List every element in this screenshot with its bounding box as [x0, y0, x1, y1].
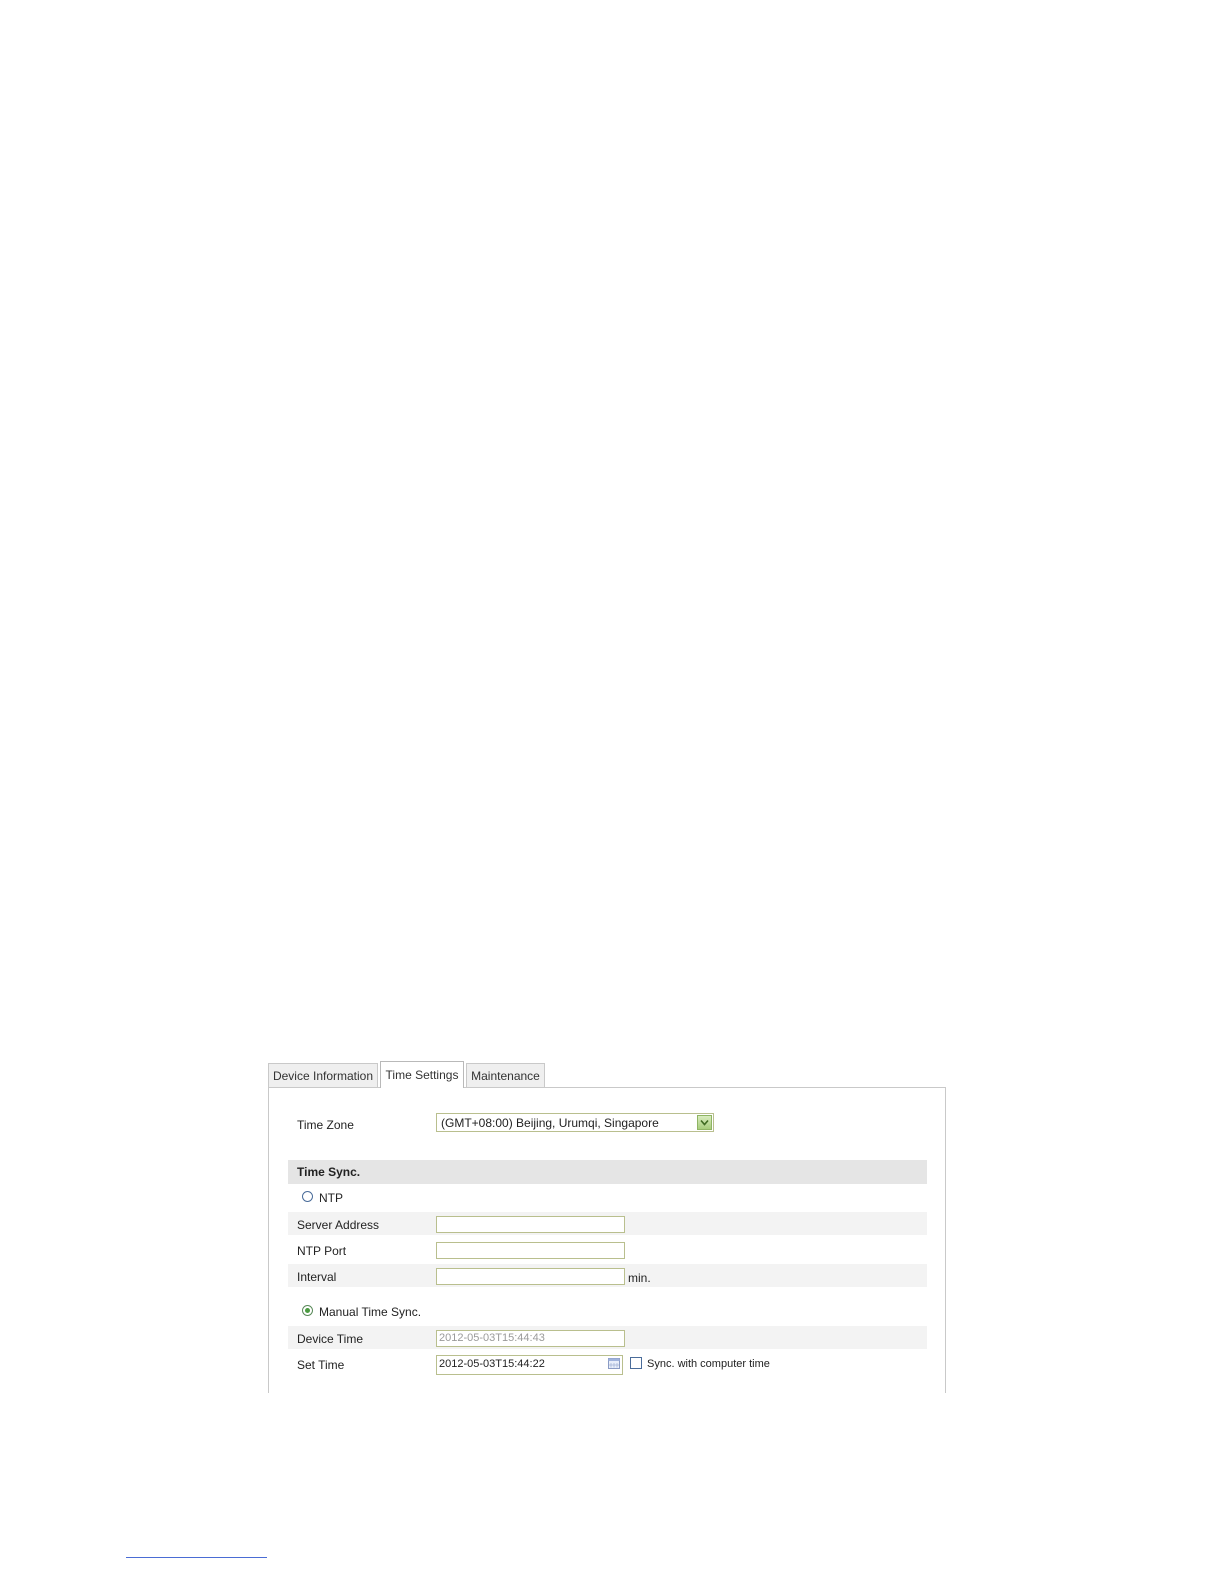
manual-time-sync-label: Manual Time Sync. — [319, 1305, 422, 1319]
set-time-value: 2012-05-03T15:44:22 — [439, 1358, 545, 1370]
device-time-label: Device Time — [297, 1332, 364, 1346]
chevron-down-icon — [697, 1115, 712, 1130]
ntp-port-label: NTP Port — [297, 1244, 347, 1258]
set-time-input[interactable]: 2012-05-03T15:44:22 — [436, 1355, 623, 1375]
server-address-label: Server Address — [297, 1218, 380, 1232]
sync-computer-time-checkbox[interactable] — [630, 1357, 642, 1369]
tab-device-information[interactable]: Device Information — [268, 1063, 378, 1087]
footnote-separator — [126, 1557, 267, 1558]
tab-content: Time Zone (GMT+08:00) Beijing, Urumqi, S… — [268, 1087, 946, 1393]
tab-time-settings[interactable]: Time Settings — [380, 1061, 464, 1088]
calendar-icon[interactable] — [608, 1358, 620, 1369]
time-sync-title: Time Sync. — [297, 1165, 361, 1179]
device-time-field: 2012-05-03T15:44:43 — [436, 1330, 625, 1347]
sync-computer-time-label: Sync. with computer time — [647, 1358, 770, 1370]
interval-input[interactable] — [436, 1268, 625, 1285]
time-zone-label: Time Zone — [297, 1118, 354, 1132]
server-address-input[interactable] — [436, 1216, 625, 1233]
time-settings-panel: Device Information Time Settings Mainten… — [268, 1061, 946, 1393]
interval-label: Interval — [297, 1270, 337, 1284]
time-sync-section-header: Time Sync. — [288, 1160, 927, 1184]
interval-unit: min. — [628, 1271, 651, 1285]
set-time-label: Set Time — [297, 1358, 345, 1372]
tab-maintenance[interactable]: Maintenance — [466, 1063, 545, 1087]
time-zone-value: (GMT+08:00) Beijing, Urumqi, Singapore — [441, 1116, 659, 1130]
manual-time-sync-radio[interactable] — [302, 1305, 313, 1316]
time-zone-select[interactable]: (GMT+08:00) Beijing, Urumqi, Singapore — [436, 1113, 714, 1132]
radio-selected-dot — [305, 1308, 310, 1313]
ntp-radio[interactable] — [302, 1191, 313, 1202]
ntp-option-label: NTP — [319, 1191, 343, 1205]
ntp-port-input[interactable] — [436, 1242, 625, 1259]
